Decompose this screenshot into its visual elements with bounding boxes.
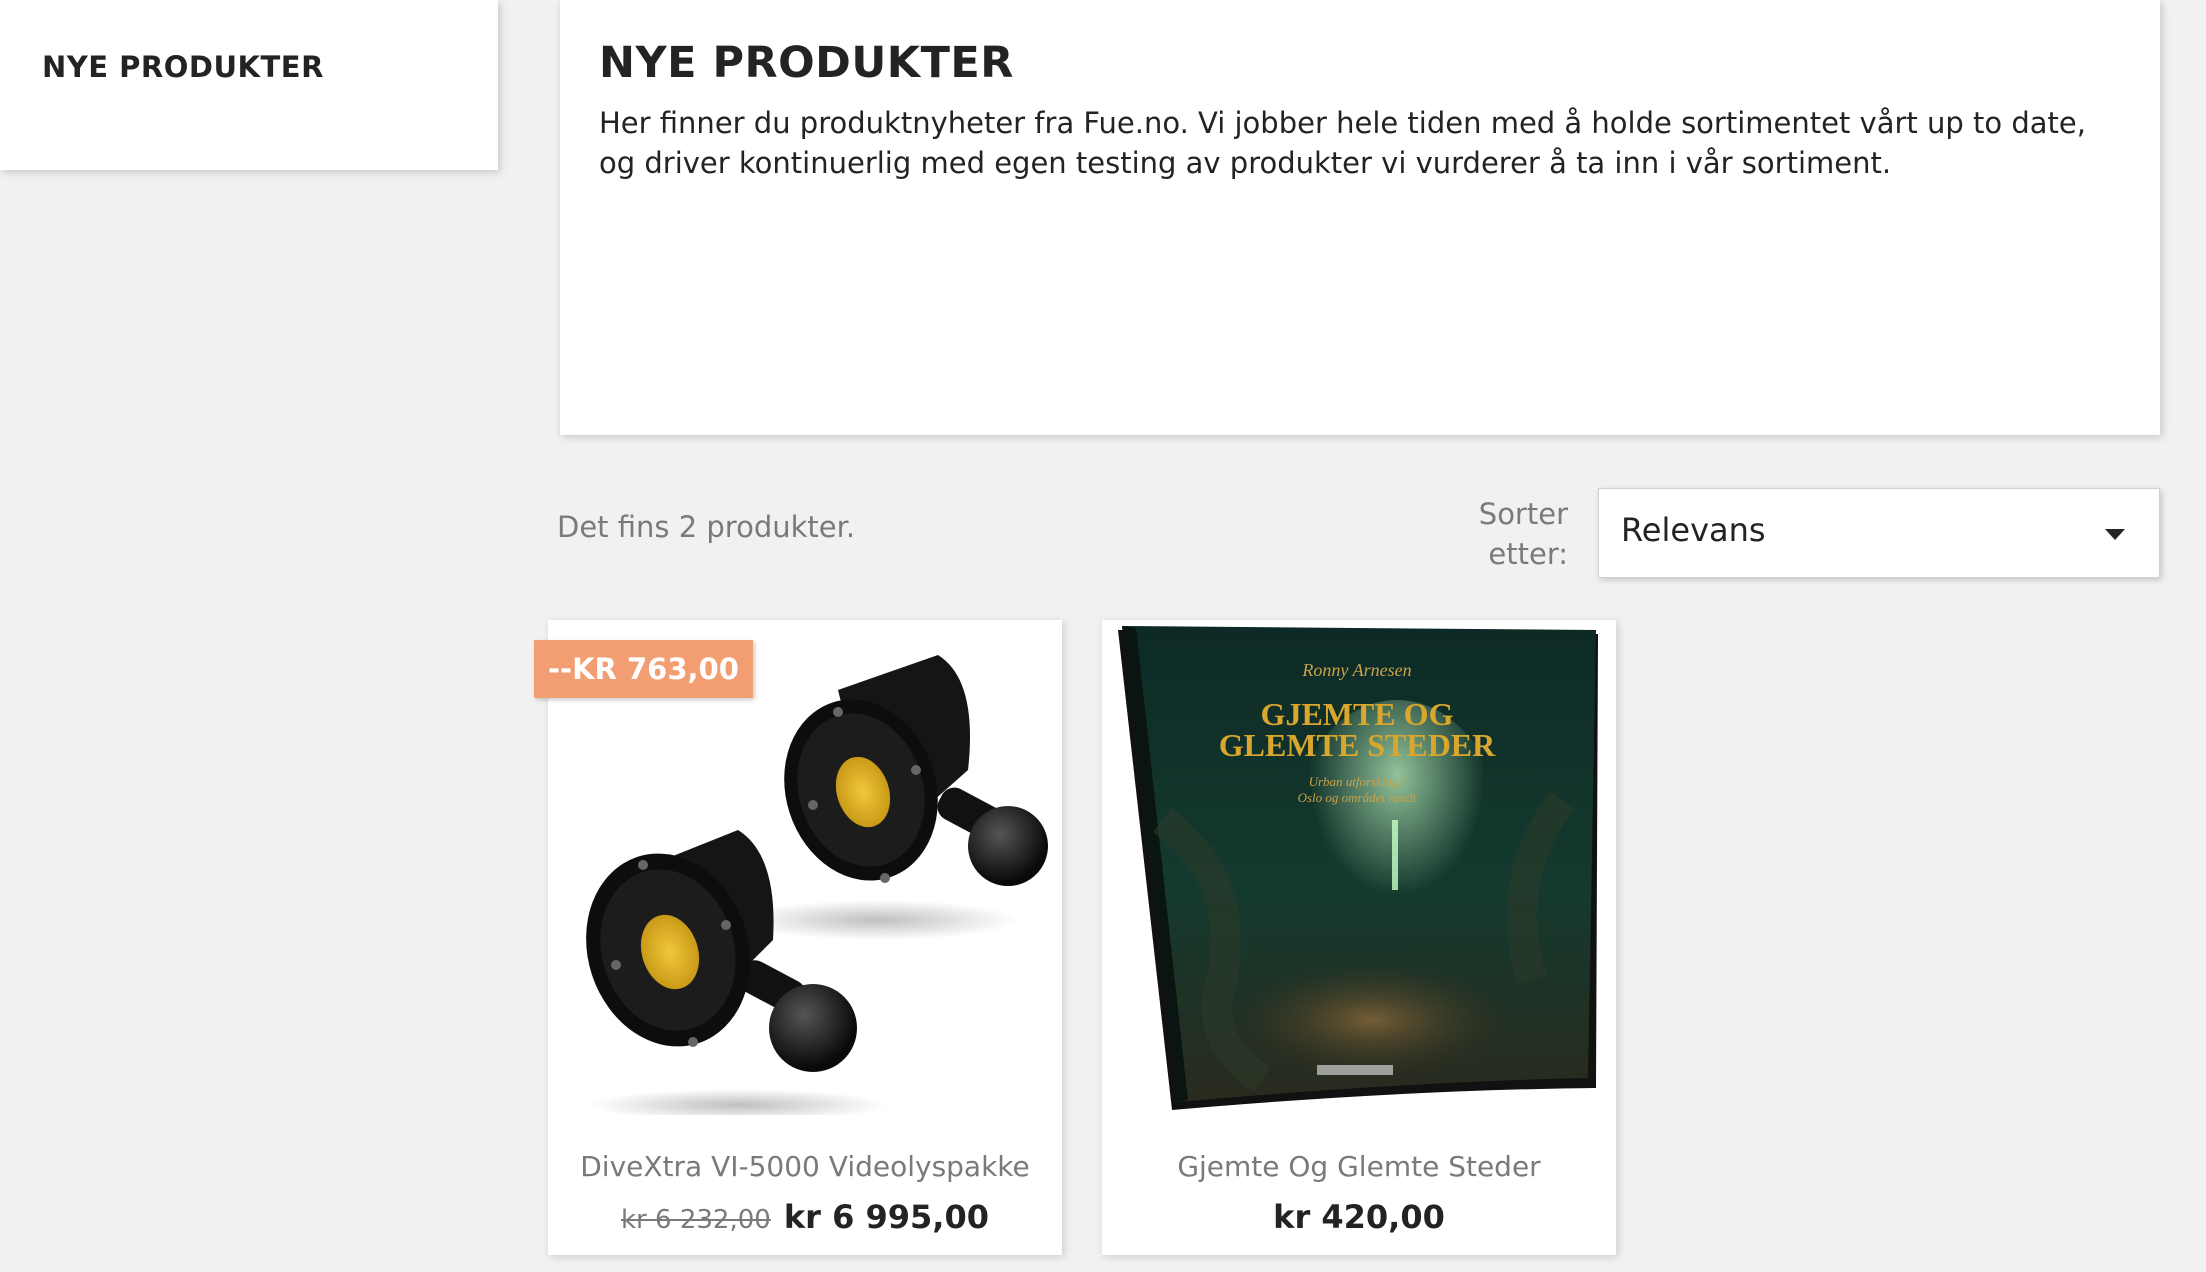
- discount-badge: --KR 763,00: [534, 640, 753, 698]
- product-name[interactable]: DiveXtra VI-5000 Videolyspakke: [548, 1150, 1062, 1183]
- sidebar-category-title[interactable]: NYE PRODUKTER: [42, 50, 324, 84]
- product-name[interactable]: Gjemte Og Glemte Steder: [1102, 1150, 1616, 1183]
- category-header: NYE PRODUKTER Her finner du produktnyhet…: [560, 0, 2160, 435]
- regular-price: kr 6 232,00: [621, 1205, 771, 1235]
- sort-selected-value: Relevans: [1621, 511, 1766, 549]
- book-cover-image[interactable]: Ronny Arnesen GJEMTE OG GLEMTE STEDER Ur…: [1102, 620, 1616, 1115]
- product-price: kr 420,00: [1273, 1198, 1445, 1236]
- sort-label: Sorter etter:: [1478, 497, 1568, 571]
- book-author: Ronny Arnesen: [1301, 660, 1411, 680]
- book-subtitle-line-2: Oslo og området rundt: [1298, 790, 1417, 805]
- product-count: Det fins 2 produkter.: [557, 510, 856, 544]
- product-card: Ronny Arnesen GJEMTE OG GLEMTE STEDER Ur…: [1102, 620, 1616, 1255]
- caret-down-icon: [2105, 529, 2125, 540]
- book-title-line-2: GLEMTE STEDER: [1219, 727, 1496, 763]
- sidebar-block: NYE PRODUKTER: [0, 0, 498, 170]
- product-card: --KR 763,00 DiveXtra VI-5000 Videolyspak…: [534, 620, 1062, 1255]
- price-row: kr 420,00: [1102, 1198, 1616, 1236]
- category-description: Her finner du produktnyheter fra Fue.no.…: [599, 106, 2086, 180]
- sort-dropdown[interactable]: Relevans: [1598, 488, 2160, 578]
- price-row: kr 6 232,00 kr 6 995,00: [548, 1198, 1062, 1236]
- page-title: NYE PRODUKTER: [599, 38, 1014, 88]
- product-price: kr 6 995,00: [783, 1198, 989, 1236]
- book-subtitle-line-1: Urban utforsking i: [1309, 774, 1406, 789]
